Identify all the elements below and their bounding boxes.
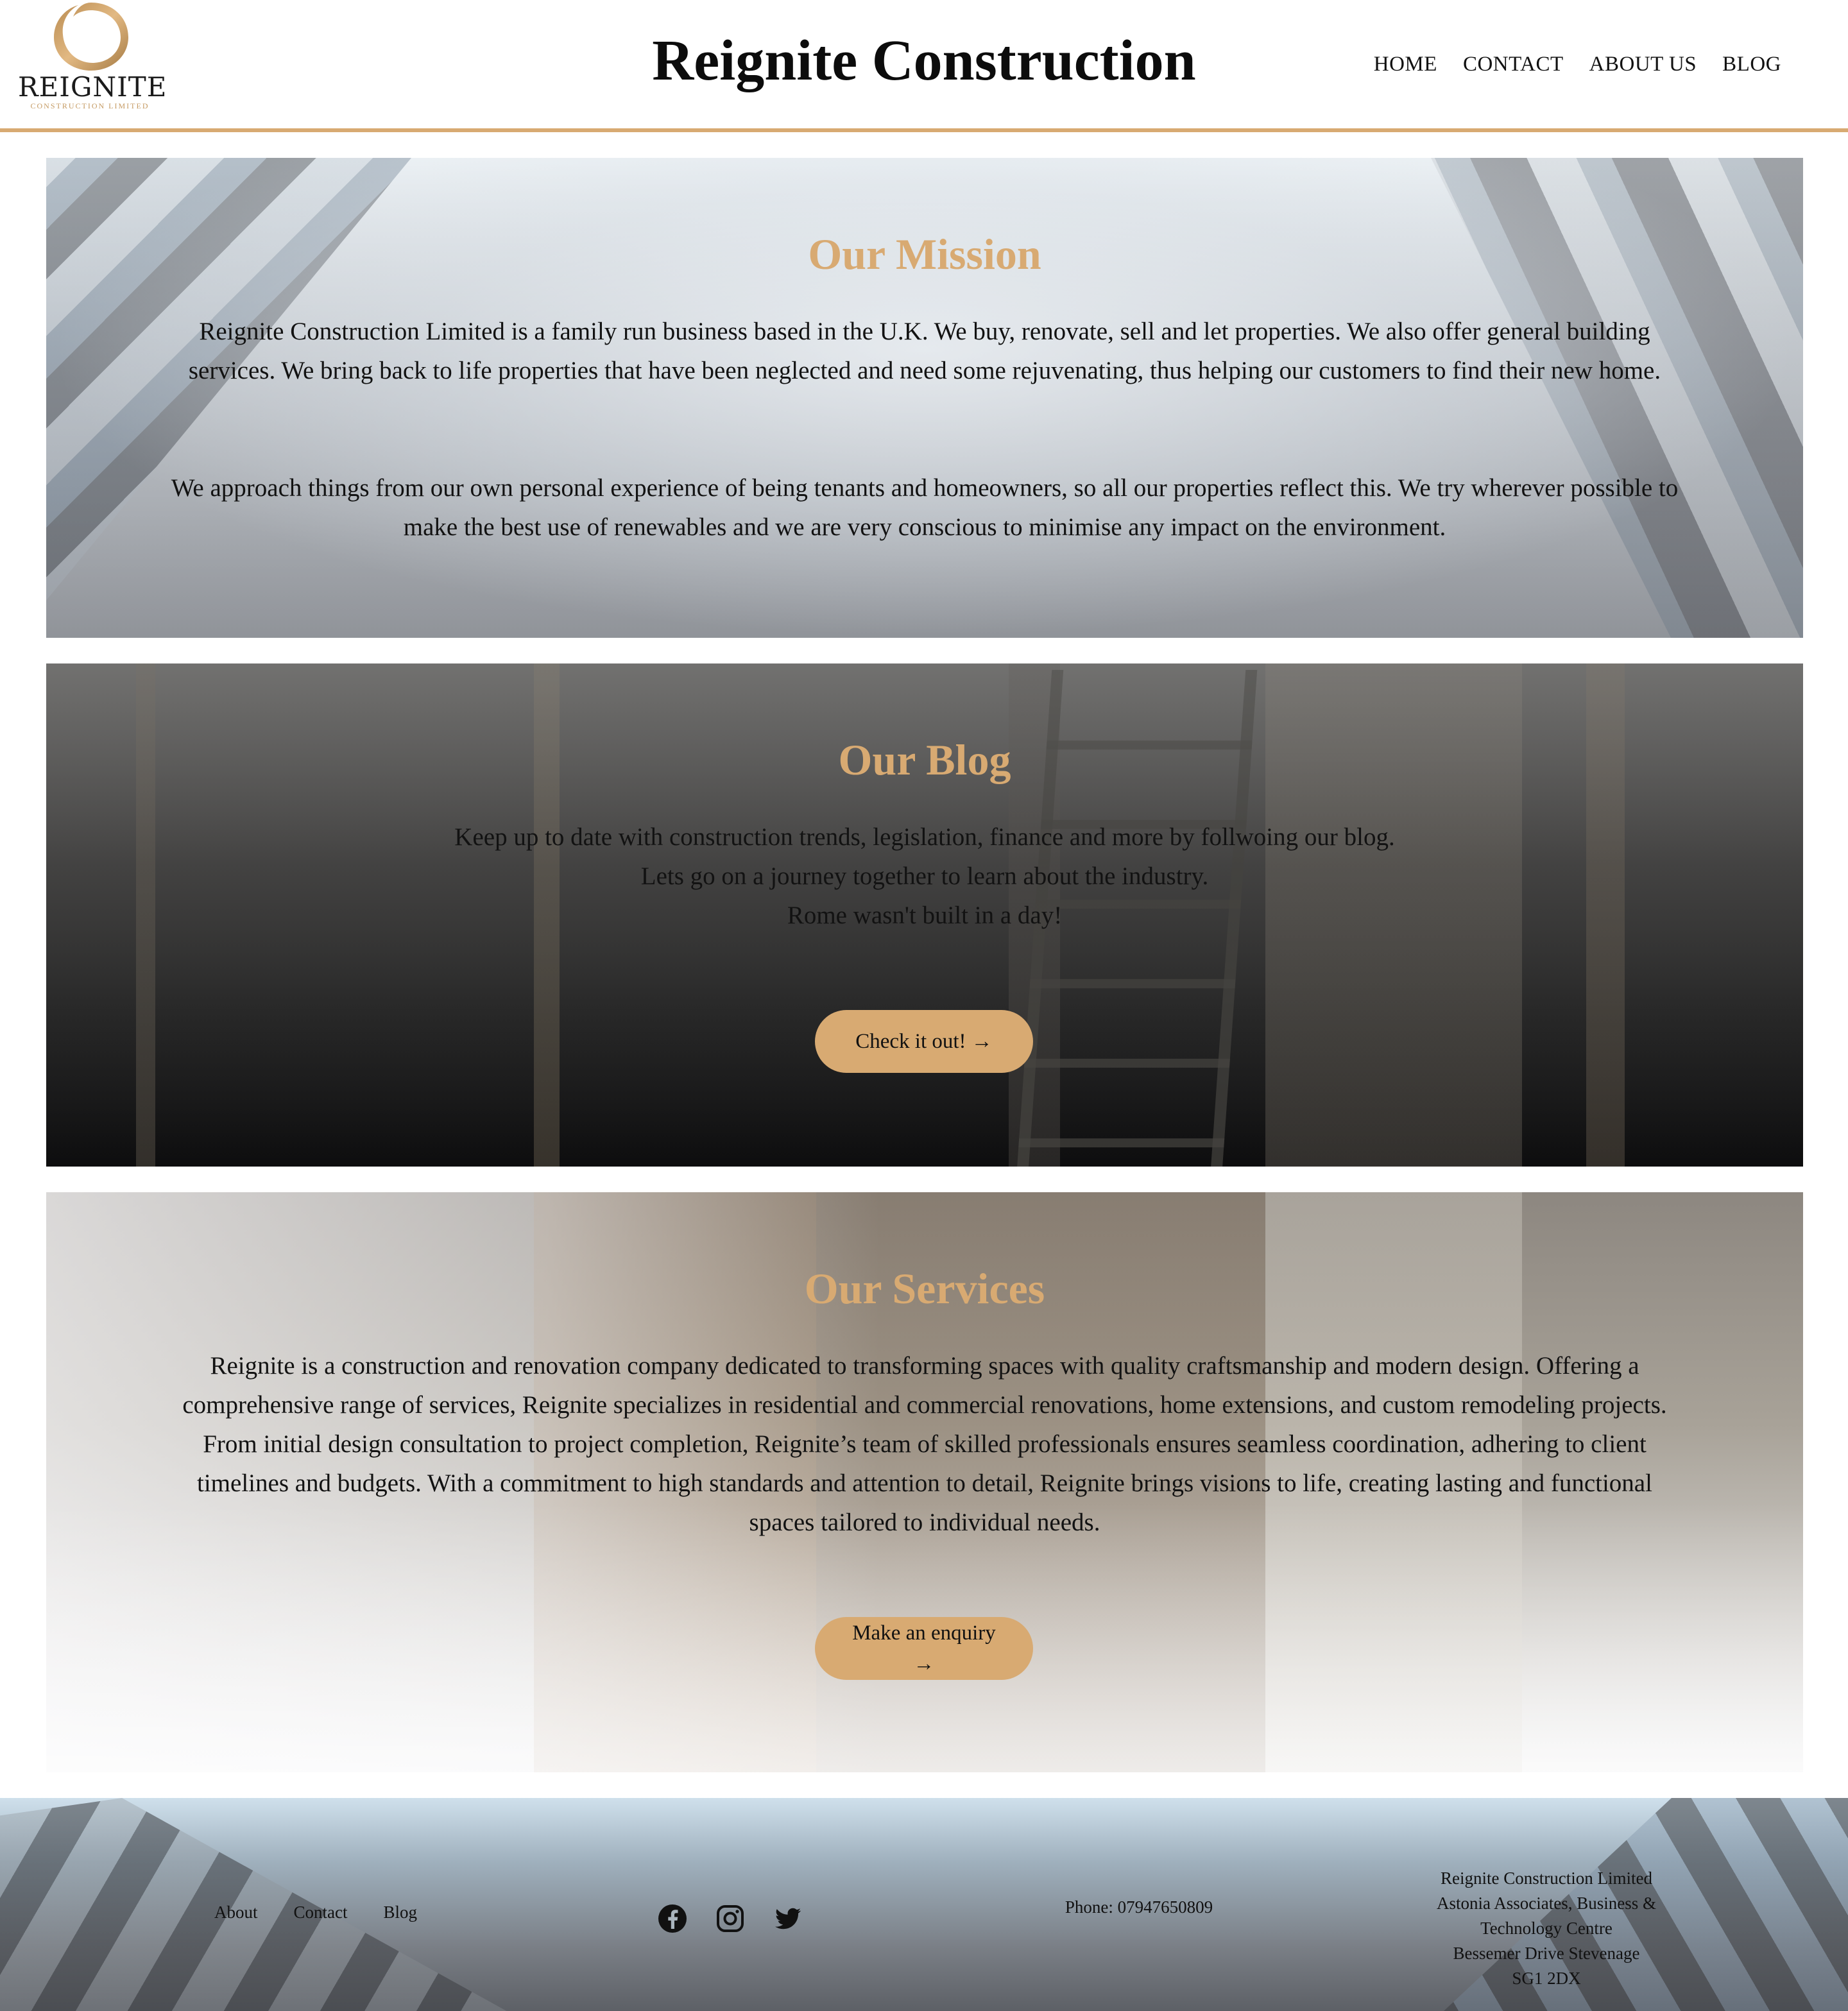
social-links bbox=[657, 1903, 803, 1934]
mission-paragraph-2: We approach things from our own personal… bbox=[171, 474, 1679, 541]
logo-ring-icon bbox=[54, 3, 128, 71]
reignite-logo[interactable]: REIGNITE CONSTRUCTION LIMITED bbox=[18, 0, 167, 113]
footer-address: Reignite Construction Limited Astonia As… bbox=[1399, 1866, 1694, 1991]
services-title: Our Services bbox=[804, 1264, 1045, 1313]
blog-line-1: Keep up to date with construction trends… bbox=[454, 823, 1395, 851]
services-paragraph: Reignite is a construction and renovatio… bbox=[182, 1352, 1667, 1536]
twitter-icon[interactable] bbox=[773, 1903, 803, 1934]
mission-title: Our Mission bbox=[808, 230, 1041, 278]
logo-subtitle: CONSTRUCTION LIMITED bbox=[30, 101, 150, 110]
blog-line-2: Lets go on a journey together to learn a… bbox=[640, 862, 1209, 890]
address-line-5: SG1 2DX bbox=[1512, 1969, 1581, 1988]
footer-link-contact[interactable]: Contact bbox=[294, 1899, 348, 1925]
facebook-icon[interactable] bbox=[657, 1903, 688, 1934]
blog-line-3: Rome wasn't built in a day! bbox=[787, 902, 1063, 929]
nav-contact[interactable]: CONTACT bbox=[1463, 49, 1564, 80]
services-section: Our Services Reignite is a construction … bbox=[46, 1192, 1803, 1772]
make-an-enquiry-button[interactable]: Make an enquiry → bbox=[815, 1617, 1033, 1680]
blog-section: Our Blog Keep up to date with constructi… bbox=[46, 663, 1803, 1167]
address-line-2: Astonia Associates, Business & bbox=[1437, 1894, 1656, 1913]
mission-section: Our Mission Reignite Construction Limite… bbox=[46, 158, 1803, 638]
footer-links: About Contact Blog bbox=[214, 1899, 417, 1925]
logo-wordmark: REIGNITE bbox=[18, 71, 167, 103]
nav-blog[interactable]: BLOG bbox=[1722, 49, 1781, 80]
footer-link-blog[interactable]: Blog bbox=[383, 1899, 417, 1925]
address-line-3: Technology Centre bbox=[1480, 1919, 1613, 1938]
site-header: REIGNITE CONSTRUCTION LIMITED Reignite C… bbox=[0, 0, 1848, 132]
check-it-out-button[interactable]: Check it out! → bbox=[815, 1010, 1033, 1073]
site-title: Reignite Construction bbox=[652, 29, 1196, 92]
blog-title: Our Blog bbox=[838, 735, 1011, 784]
main-nav: HOME CONTACT ABOUT US BLOG bbox=[1374, 49, 1781, 80]
address-line-4: Bessemer Drive Stevenage bbox=[1453, 1944, 1640, 1963]
nav-home[interactable]: HOME bbox=[1374, 49, 1437, 80]
footer-phone: Phone: 07947650809 bbox=[1065, 1897, 1213, 1917]
instagram-icon[interactable] bbox=[715, 1903, 746, 1934]
site-footer: About Contact Blog Phone: 07947650809 Re… bbox=[0, 1798, 1848, 2011]
address-line-1: Reignite Construction Limited bbox=[1441, 1869, 1652, 1888]
nav-about-us[interactable]: ABOUT US bbox=[1589, 49, 1697, 80]
mission-paragraph-1: Reignite Construction Limited is a famil… bbox=[188, 318, 1661, 384]
footer-link-about[interactable]: About bbox=[214, 1899, 258, 1925]
